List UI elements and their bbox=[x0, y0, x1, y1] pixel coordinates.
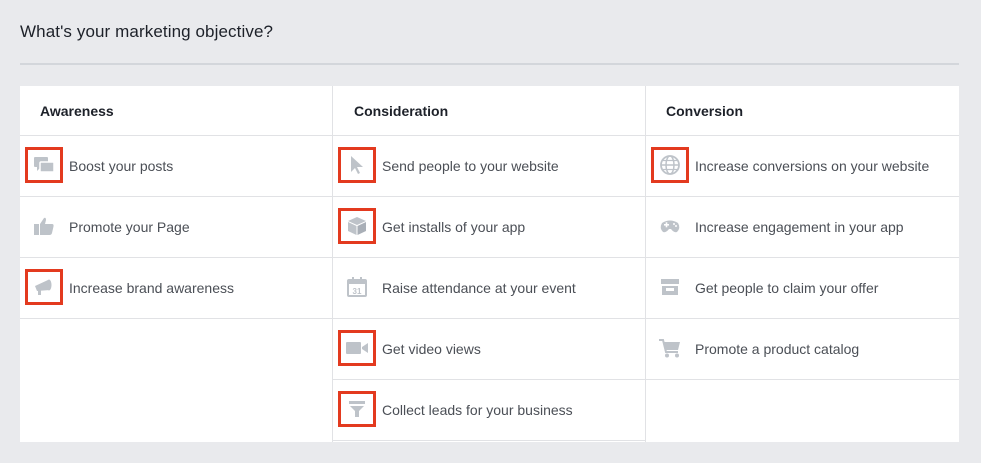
objective-label: Promote your Page bbox=[69, 219, 190, 235]
objective-label: Get installs of your app bbox=[382, 219, 526, 235]
objective-brand-awareness[interactable]: Increase brand awareness bbox=[20, 258, 332, 319]
storefront-icon bbox=[651, 269, 689, 305]
calendar-icon: 31 bbox=[338, 269, 376, 305]
objective-label: Raise attendance at your event bbox=[382, 280, 576, 296]
objective-label: Increase brand awareness bbox=[69, 280, 234, 296]
calendar-day-text: 31 bbox=[353, 287, 362, 296]
header-divider bbox=[20, 63, 959, 65]
column-header-consideration: Consideration bbox=[333, 86, 645, 136]
funnel-icon bbox=[338, 391, 376, 427]
column-consideration: Consideration Send people to your websit… bbox=[333, 86, 646, 442]
objective-label: Get video views bbox=[382, 341, 481, 357]
column-conversion: Conversion Increase conversions on your … bbox=[646, 86, 959, 442]
objective-video-views[interactable]: Get video views bbox=[333, 319, 645, 380]
objective-label: Send people to your website bbox=[382, 158, 559, 174]
globe-icon bbox=[651, 147, 689, 183]
objective-promote-page[interactable]: Promote your Page bbox=[20, 197, 332, 258]
cursor-icon bbox=[338, 147, 376, 183]
objective-product-catalog[interactable]: Promote a product catalog bbox=[646, 319, 959, 380]
objective-label: Collect leads for your business bbox=[382, 402, 573, 418]
box-icon bbox=[338, 208, 376, 244]
objective-label: Get people to claim your offer bbox=[695, 280, 879, 296]
thumbs-up-icon bbox=[25, 208, 63, 244]
column-header-conversion: Conversion bbox=[646, 86, 959, 136]
video-camera-icon bbox=[338, 330, 376, 366]
page-title: What's your marketing objective? bbox=[20, 22, 274, 41]
column-awareness: Awareness Boost your posts Promote your … bbox=[20, 86, 333, 442]
objective-app-engagement[interactable]: Increase engagement in your app bbox=[646, 197, 959, 258]
gamepad-icon bbox=[651, 208, 689, 244]
speech-bubbles-icon bbox=[25, 147, 63, 183]
objective-label: Increase engagement in your app bbox=[695, 219, 904, 235]
objective-app-installs[interactable]: Get installs of your app bbox=[333, 197, 645, 258]
objective-grid: Awareness Boost your posts Promote your … bbox=[20, 86, 959, 442]
column-header-awareness: Awareness bbox=[20, 86, 332, 136]
megaphone-icon bbox=[25, 269, 63, 305]
objective-offer-claims[interactable]: Get people to claim your offer bbox=[646, 258, 959, 319]
objective-boost-posts[interactable]: Boost your posts bbox=[20, 136, 332, 197]
objective-label: Promote a product catalog bbox=[695, 341, 860, 357]
objective-event-responses[interactable]: 31 Raise attendance at your event bbox=[333, 258, 645, 319]
objective-website-conversions[interactable]: Increase conversions on your website bbox=[646, 136, 959, 197]
objective-label: Increase conversions on your website bbox=[695, 158, 930, 174]
shopping-cart-icon bbox=[651, 330, 689, 366]
objective-label: Boost your posts bbox=[69, 158, 174, 174]
objective-lead-generation[interactable]: Collect leads for your business bbox=[333, 380, 645, 441]
objective-website-traffic[interactable]: Send people to your website bbox=[333, 136, 645, 197]
